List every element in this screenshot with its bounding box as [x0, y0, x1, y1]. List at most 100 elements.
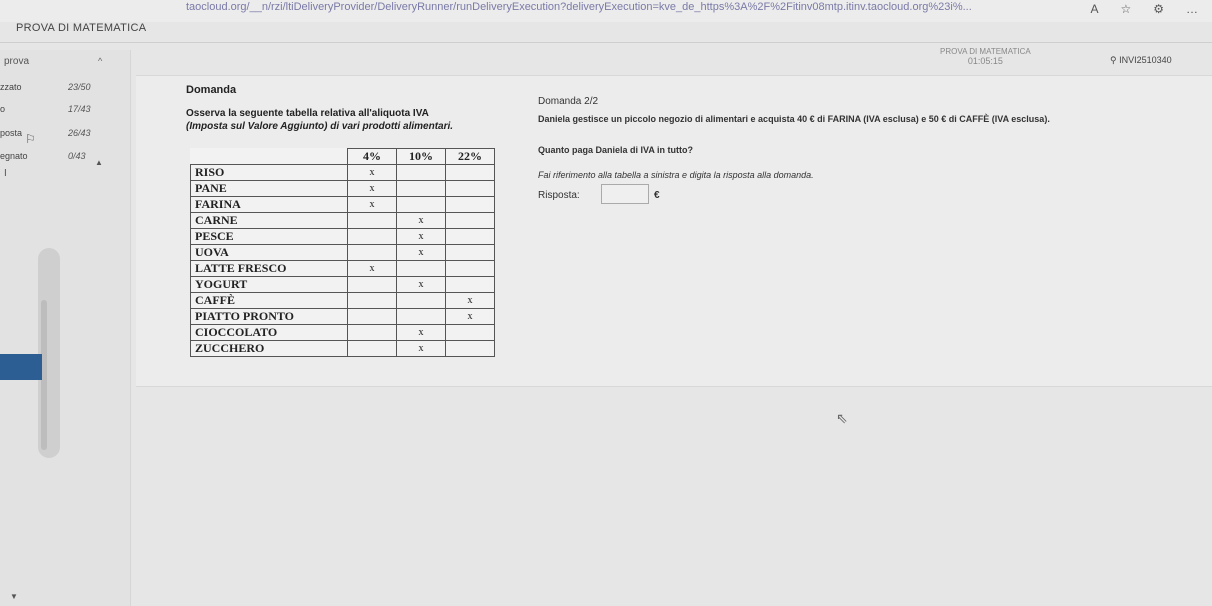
rate-mark: x [347, 164, 397, 181]
sidebar-row[interactable]: o 17/43 [0, 104, 130, 122]
rate-mark [347, 244, 397, 261]
selected-item-marker [0, 354, 42, 380]
question-intro: Osserva la seguente tabella relativa all… [186, 107, 453, 133]
vat-table-body: RISO x PANE x FARINA x CARNE x PESCE x UOVA x LATTE … [190, 164, 495, 357]
product-name: LATTE FRESCO [190, 260, 348, 277]
rate-mark [445, 228, 495, 245]
rate-mark [396, 292, 446, 309]
scroll-down-icon[interactable]: ▼ [10, 592, 18, 601]
table-row: LATTE FRESCO x [190, 260, 495, 277]
rate-mark [445, 164, 495, 181]
more-icon[interactable]: … [1186, 2, 1198, 16]
sidebar-row-count: 23/50 [68, 82, 91, 92]
table-header-row: 4% 10% 22% [190, 148, 495, 165]
intro-line-1: Osserva la seguente tabella relativa all… [186, 108, 429, 119]
sidebar-row[interactable]: zzato 23/50 [0, 82, 130, 100]
rate-mark [396, 308, 446, 325]
product-name: UOVA [190, 244, 348, 261]
rate-mark [396, 180, 446, 197]
test-info: PROVA DI MATEMATICA 01:05:15 [940, 47, 1031, 66]
text-cursor-icon: I [4, 168, 7, 179]
table-row: CIOCCOLATO x [190, 324, 495, 341]
sidebar-row[interactable]: egnato 0/43 [0, 151, 130, 169]
product-name: RISO [190, 164, 348, 181]
table-row: PESCE x [190, 228, 495, 245]
rate-mark [445, 212, 495, 229]
extensions-icon[interactable]: ⚙ [1153, 2, 1164, 16]
rate-mark: x [347, 196, 397, 213]
rate-mark [445, 244, 495, 261]
url-bar[interactable]: taocloud.org/__n/rzi/ltiDeliveryProvider… [186, 1, 972, 13]
currency-symbol: € [654, 190, 660, 201]
test-sidebar: prova ^ zzato 23/50 o 17/43 posta 26/43 … [0, 50, 131, 606]
question-hint: Fai riferimento alla tabella a sinistra … [538, 170, 814, 180]
collapse-icon[interactable]: ^ [98, 56, 102, 66]
table-row: ZUCCHERO x [190, 340, 495, 357]
column-header: 22% [445, 148, 495, 165]
user-id: ⚲ INVI2510340 [1110, 55, 1172, 66]
table-row: CAFFÈ x [190, 292, 495, 309]
table-row: PIATTO PRONTO x [190, 308, 495, 325]
user-id-value: INVI2510340 [1119, 55, 1172, 65]
browser-icons: A ☆ ⚙ … [1090, 2, 1198, 16]
header-divider [0, 42, 1212, 43]
reader-icon[interactable]: A [1090, 2, 1098, 16]
favorite-icon[interactable]: ☆ [1120, 2, 1131, 16]
rate-mark [445, 340, 495, 357]
rate-mark [396, 260, 446, 277]
product-name: FARINA [190, 196, 348, 213]
rate-mark: x [347, 260, 397, 277]
timer: 01:05:15 [967, 56, 1003, 66]
rate-mark [347, 340, 397, 357]
rate-mark: x [396, 212, 446, 229]
intro-line-2: (Imposta sul Valore Aggiunto) di vari pr… [186, 121, 454, 132]
product-name: PANE [190, 180, 348, 197]
table-row: CARNE x [190, 212, 495, 229]
rate-mark: x [396, 244, 446, 261]
product-name: CIOCCOLATO [190, 324, 348, 341]
table-row: YOGURT x [190, 276, 495, 293]
rate-mark [396, 196, 446, 213]
table-row: FARINA x [190, 196, 495, 213]
sidebar-heading[interactable]: prova [4, 56, 29, 67]
flag-icon[interactable]: ⚐ [25, 132, 36, 146]
sidebar-row[interactable]: posta 26/43 [0, 128, 130, 146]
column-header: 4% [347, 148, 397, 165]
vat-table: 4% 10% 22% RISO x PANE x FARINA x CARNE x PESCE x… [190, 148, 495, 357]
table-row: UOVA x [190, 244, 495, 261]
user-icon: ⚲ [1110, 55, 1120, 65]
sidebar-row-count: 26/43 [68, 128, 91, 138]
answer-label: Risposta: [538, 190, 580, 201]
app-title: PROVA DI MATEMATICA [16, 22, 147, 34]
product-name: YOGURT [190, 276, 348, 293]
sidebar-row-label: egnato [0, 151, 28, 161]
product-name: CARNE [190, 212, 348, 229]
table-row: PANE x [190, 180, 495, 197]
rate-mark [347, 292, 397, 309]
rate-mark [347, 212, 397, 229]
rate-mark [396, 164, 446, 181]
rate-mark: x [396, 340, 446, 357]
scroll-up-icon[interactable]: ▲ [95, 158, 103, 167]
rate-mark [445, 196, 495, 213]
answer-input[interactable] [601, 184, 649, 204]
sidebar-row-count: 17/43 [68, 104, 91, 114]
test-title: PROVA DI MATEMATICA [940, 47, 1031, 56]
rate-mark: x [396, 324, 446, 341]
product-name: PESCE [190, 228, 348, 245]
sidebar-row-label: zzato [0, 82, 22, 92]
rate-mark [347, 308, 397, 325]
table-corner [190, 148, 348, 165]
rate-mark [445, 324, 495, 341]
question-heading: Domanda [186, 84, 237, 96]
column-header: 10% [396, 148, 446, 165]
question-text: Daniela gestisce un piccolo negozio di a… [538, 114, 1050, 124]
rate-mark [347, 228, 397, 245]
mouse-pointer-icon: ⇖ [836, 410, 848, 426]
question-ask: Quanto paga Daniela di IVA in tutto? [538, 145, 693, 155]
rate-mark [347, 276, 397, 293]
sidebar-row-label: o [0, 104, 6, 114]
sidebar-row-label: posta [0, 128, 23, 138]
rate-mark: x [347, 180, 397, 197]
sidebar-row-count: 0/43 [68, 151, 86, 161]
